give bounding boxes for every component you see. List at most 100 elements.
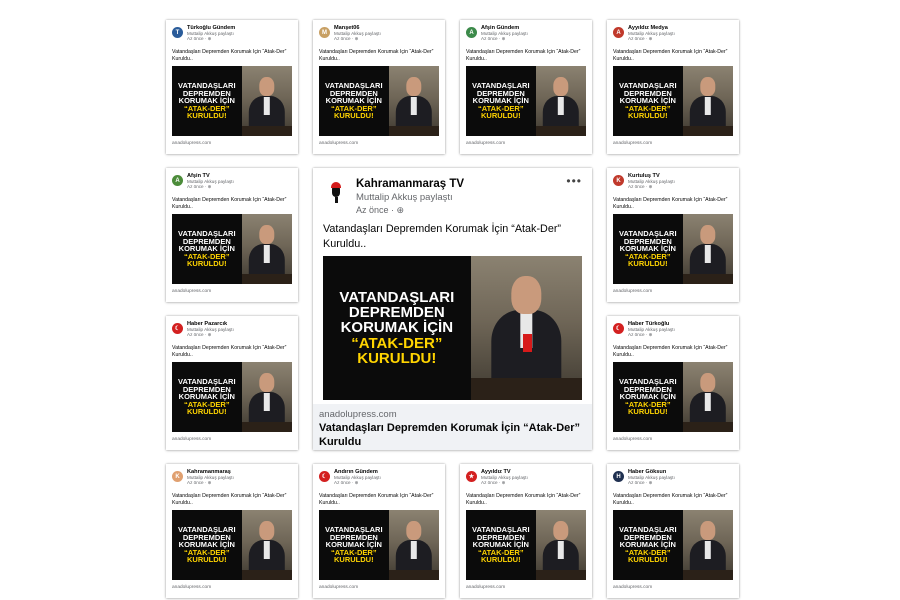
link-title[interactable]: Vatandaşları Depremden Korumak İçin “Ata… [319, 422, 586, 450]
post-card[interactable]: A Ayyıldız Medya Muttalip Akkuş paylaştı… [607, 20, 739, 154]
more-options-icon[interactable]: ••• [566, 174, 582, 188]
post-image[interactable]: VATANDAŞLARI DEPREMDEN KORUMAK İÇİN “ATA… [613, 362, 733, 432]
post-time[interactable]: Az önce · ⊕ [334, 480, 381, 486]
post-time[interactable]: Az önce · ⊕ [628, 332, 675, 338]
image-headline: VATANDAŞLARI DEPREMDEN KORUMAK İÇİN “ATA… [466, 510, 536, 580]
link-domain[interactable]: anadolupress.com [172, 289, 292, 294]
headline-highlight: KURULDU! [187, 111, 227, 121]
post-card[interactable]: A Afşin TV Muttalip Akkuş paylaştı Az ön… [166, 168, 298, 302]
post-time[interactable]: Az önce · ⊕ [187, 480, 234, 486]
image-headline: VATANDAŞLARI DEPREMDEN KORUMAK İÇİN “ATA… [172, 214, 242, 284]
post-meta: Haber Göksun Muttalip Akkuş paylaştı Az … [628, 469, 675, 486]
person-photo [241, 214, 292, 284]
post-image[interactable]: VATANDAŞLARI DEPREMDEN KORUMAK İÇİN “ATA… [466, 510, 586, 580]
link-domain[interactable]: anadolupress.com [613, 585, 733, 590]
post-image[interactable]: VATANDAŞLARI DEPREMDEN KORUMAK İÇİN “ATA… [172, 362, 292, 432]
post-image[interactable]: VATANDAŞLARI DEPREMDEN KORUMAK İÇİN “ATA… [613, 66, 733, 136]
post-card[interactable]: ★ Ayyıldız TV Muttalip Akkuş paylaştı Az… [460, 464, 592, 598]
page-avatar[interactable]: M [319, 27, 330, 38]
post-card[interactable]: ☾ Haber Türkoğlu Muttalip Akkuş paylaştı… [607, 316, 739, 450]
post-time[interactable]: Az önce · ⊕ [481, 480, 528, 486]
image-headline: VATANDAŞLARI DEPREMDEN KORUMAK İÇİN “ATA… [613, 510, 683, 580]
link-preview[interactable]: anadolupress.com Vatandaşları Depremden … [313, 404, 592, 450]
page-avatar[interactable]: ☾ [613, 323, 624, 334]
headline-highlight: KURULDU! [334, 111, 374, 121]
image-headline: VATANDAŞLARI DEPREMDEN KORUMAK İÇİN “ATA… [319, 510, 389, 580]
post-card[interactable]: K Kahramanmaraş Muttalip Akkuş paylaştı … [166, 464, 298, 598]
link-domain[interactable]: anadolupress.com [319, 141, 439, 146]
post-card[interactable]: T Türkoğlu Gündem Muttalip Akkuş paylaşt… [166, 20, 298, 154]
page-avatar[interactable]: K [613, 175, 624, 186]
headline-line: DEPREMDEN [348, 304, 445, 322]
post-header: A Ayyıldız Medya Muttalip Akkuş paylaştı… [613, 25, 733, 48]
post-time[interactable]: Az önce · ⊕ [628, 36, 675, 42]
image-headline: VATANDAŞLARI DEPREMDEN KORUMAK İÇİN “ATA… [613, 214, 683, 284]
featured-post-card[interactable]: Kahramanmaraş TV Muttalip Akkuş paylaştı… [313, 168, 592, 450]
post-image[interactable]: VATANDAŞLARI DEPREMDEN KORUMAK İÇİN “ATA… [613, 214, 733, 284]
post-meta: Ayyıldız Medya Muttalip Akkuş paylaştı A… [628, 25, 675, 42]
post-text: Vatandaşları Depremden Korumak İçin “Ata… [172, 345, 287, 358]
page-name[interactable]: Kahramanmaraş TV [356, 178, 464, 190]
page-avatar[interactable]: ★ [466, 471, 477, 482]
person-photo [241, 362, 292, 432]
post-meta: Manşet06 Muttalip Akkuş paylaştı Az önce… [334, 25, 381, 42]
link-domain[interactable]: anadolupress.com [613, 289, 733, 294]
person-photo [388, 510, 439, 580]
post-image[interactable]: VATANDAŞLARI DEPREMDEN KORUMAK İÇİN “ATA… [319, 510, 439, 580]
post-header: ☾ Haber Pazarcık Muttalip Akkuş paylaştı… [172, 321, 292, 344]
post-time[interactable]: Az önce · ⊕ [481, 36, 528, 42]
link-domain[interactable]: anadolupress.com [172, 585, 292, 590]
post-card[interactable]: A Afşin Gündem Muttalip Akkuş paylaştı A… [460, 20, 592, 154]
post-card[interactable]: ☾ Andırın Gündem Muttalip Akkuş paylaştı… [313, 464, 445, 598]
post-card[interactable]: M Manşet06 Muttalip Akkuş paylaştı Az ön… [313, 20, 445, 154]
post-image[interactable]: VATANDAŞLARI DEPREMDEN KORUMAK İÇİN “ATA… [172, 66, 292, 136]
post-image[interactable]: VATANDAŞLARI DEPREMDEN KORUMAK İÇİN “ATA… [172, 510, 292, 580]
post-image[interactable]: VATANDAŞLARI DEPREMDEN KORUMAK İÇİN “ATA… [323, 256, 582, 400]
post-image[interactable]: VATANDAŞLARI DEPREMDEN KORUMAK İÇİN “ATA… [172, 214, 292, 284]
page-avatar[interactable]: ☾ [172, 323, 183, 334]
post-time[interactable]: Az önce · ⊕ [628, 184, 675, 190]
link-domain[interactable]: anadolupress.com [319, 585, 439, 590]
post-meta: Haber Türkoğlu Muttalip Akkuş paylaştı A… [628, 321, 675, 338]
post-time[interactable]: Az önce · ⊕ [187, 184, 234, 190]
page-avatar[interactable]: A [172, 175, 183, 186]
post-time[interactable]: Az önce · ⊕ [628, 480, 675, 486]
post-header: H Haber Göksun Muttalip Akkuş paylaştı A… [613, 469, 733, 492]
link-domain[interactable]: anadolupress.com [466, 141, 586, 146]
post-image[interactable]: VATANDAŞLARI DEPREMDEN KORUMAK İÇİN “ATA… [319, 66, 439, 136]
post-header: K Kahramanmaraş Muttalip Akkuş paylaştı … [172, 469, 292, 492]
page-avatar[interactable]: K [172, 471, 183, 482]
page-avatar[interactable]: ☾ [319, 471, 330, 482]
post-header: A Afşin Gündem Muttalip Akkuş paylaştı A… [466, 25, 586, 48]
headline-highlight: KURULDU! [628, 555, 668, 565]
person-photo [682, 510, 733, 580]
page-avatar[interactable]: A [613, 27, 624, 38]
post-text: Vatandaşları Depremden Korumak İçin “Ata… [466, 49, 581, 62]
post-card[interactable]: K Kurtuluş TV Muttalip Akkuş paylaştı Az… [607, 168, 739, 302]
page-avatar[interactable]: T [172, 27, 183, 38]
post-time[interactable]: Az önce · ⊕ [356, 205, 464, 216]
post-header: ★ Ayyıldız TV Muttalip Akkuş paylaştı Az… [466, 469, 586, 492]
post-text: Vatandaşları Depremden Korumak İçin “Ata… [172, 493, 287, 506]
link-domain[interactable]: anadolupress.com [466, 585, 586, 590]
post-meta: Kurtuluş TV Muttalip Akkuş paylaştı Az ö… [628, 173, 675, 190]
page-avatar[interactable]: H [613, 471, 624, 482]
page-avatar[interactable] [323, 178, 349, 204]
post-time[interactable]: Az önce · ⊕ [187, 332, 234, 338]
link-domain[interactable]: anadolupress.com [613, 437, 733, 442]
page-avatar[interactable]: A [466, 27, 477, 38]
post-card[interactable]: ☾ Haber Pazarcık Muttalip Akkuş paylaştı… [166, 316, 298, 450]
post-time[interactable]: Az önce · ⊕ [334, 36, 381, 42]
link-domain[interactable]: anadolupress.com [613, 141, 733, 146]
headline-highlight: KURULDU! [187, 407, 227, 417]
post-time[interactable]: Az önce · ⊕ [187, 36, 235, 42]
link-domain[interactable]: anadolupress.com [172, 141, 292, 146]
link-domain[interactable]: anadolupress.com [172, 437, 292, 442]
post-meta: Kahramanmaraş TV Muttalip Akkuş paylaştı… [356, 178, 464, 216]
post-image[interactable]: VATANDAŞLARI DEPREMDEN KORUMAK İÇİN “ATA… [613, 510, 733, 580]
post-text: Vatandaşları Depremden Korumak İçin “Ata… [319, 493, 434, 506]
post-card[interactable]: H Haber Göksun Muttalip Akkuş paylaştı A… [607, 464, 739, 598]
post-meta: Afşin Gündem Muttalip Akkuş paylaştı Az … [481, 25, 528, 42]
post-text: Vatandaşları Depremden Korumak İçin “Ata… [172, 49, 287, 62]
post-image[interactable]: VATANDAŞLARI DEPREMDEN KORUMAK İÇİN “ATA… [466, 66, 586, 136]
